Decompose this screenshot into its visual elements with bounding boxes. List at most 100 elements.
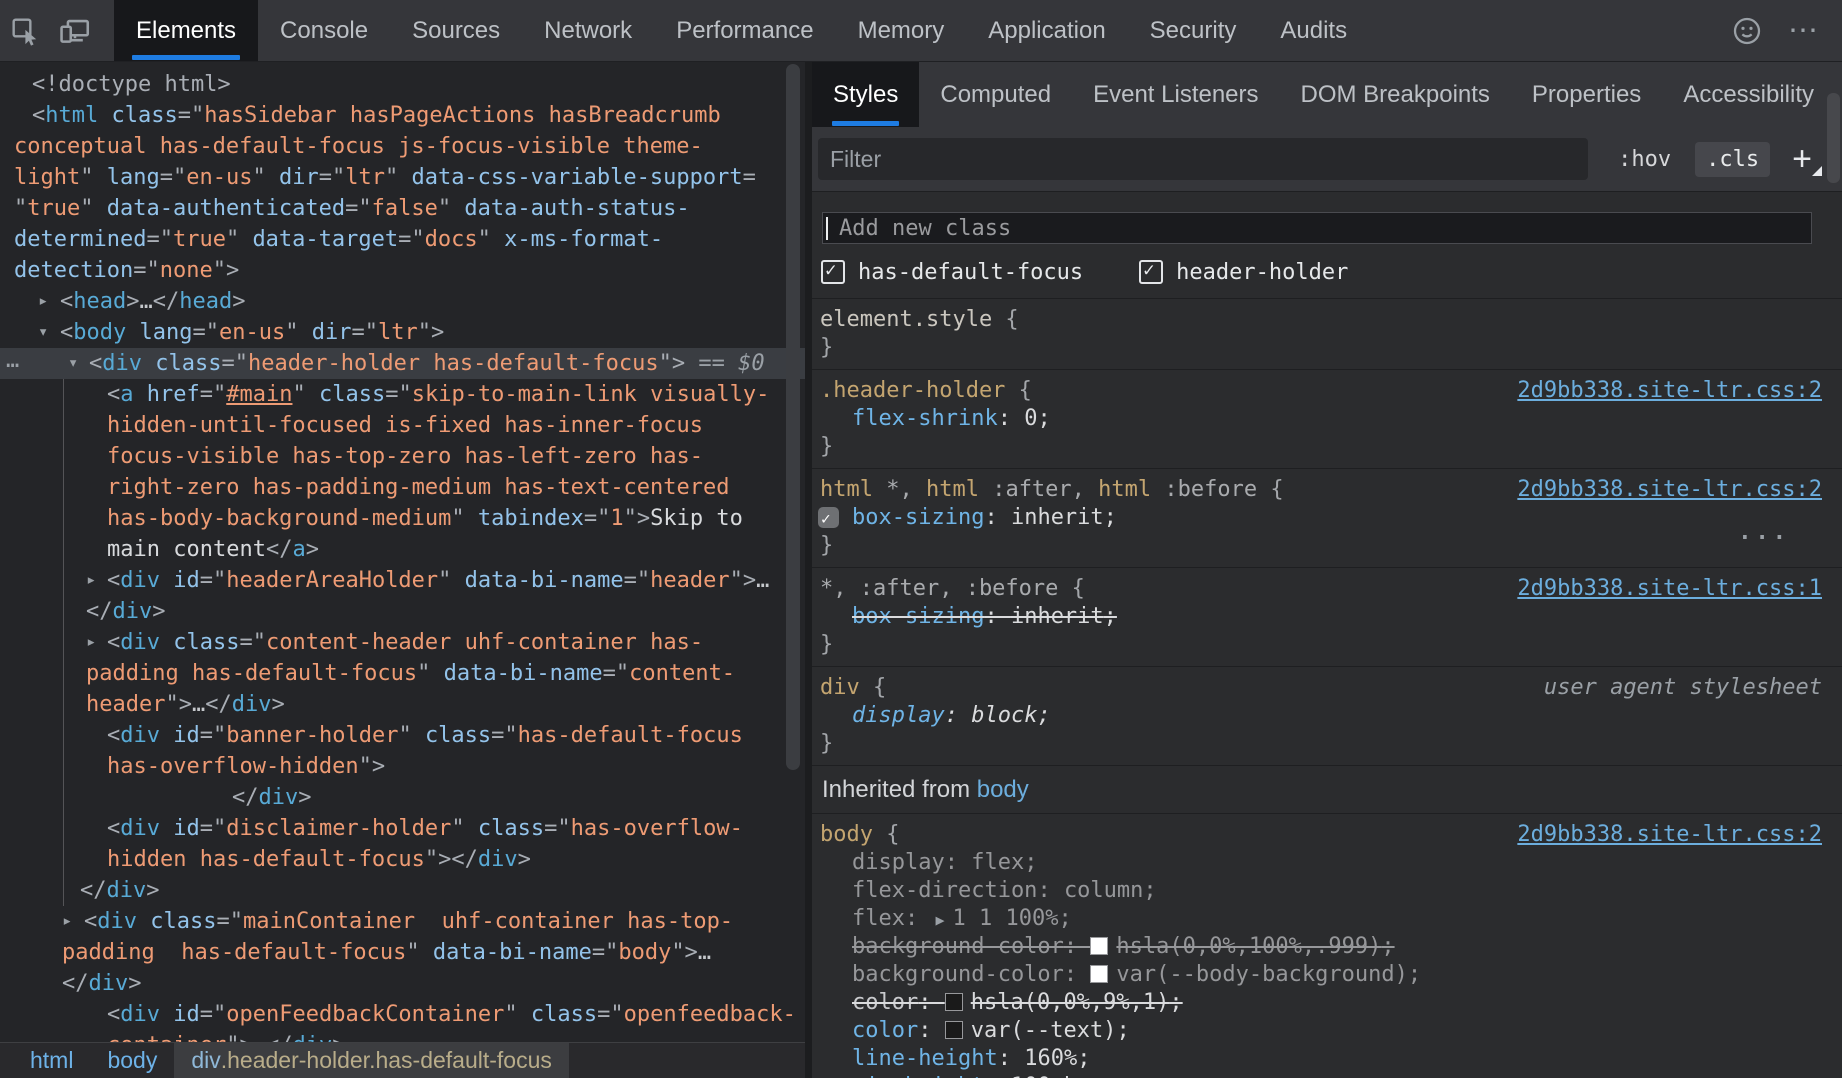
dom-node-line[interactable]: </div> bbox=[0, 968, 805, 999]
css-property[interactable]: color: hsla(0,0%,9%,1); bbox=[812, 989, 1842, 1017]
dom-node-line[interactable]: </div> bbox=[0, 596, 805, 627]
checkbox-checked-icon[interactable] bbox=[821, 260, 845, 284]
styles-scrollbar[interactable] bbox=[1827, 93, 1840, 183]
tab-console[interactable]: Console bbox=[258, 0, 390, 61]
dom-node-line[interactable]: <a href="#main" class="skip-to-main-link… bbox=[0, 379, 805, 410]
tab-properties[interactable]: Properties bbox=[1511, 62, 1662, 127]
dom-node-line[interactable]: right-zero has-padding-medium has-text-c… bbox=[0, 472, 805, 503]
styles-filter-input[interactable] bbox=[818, 138, 1588, 180]
dom-node-line[interactable]: ▸<head>…</head> bbox=[0, 286, 805, 317]
dom-node-line[interactable]: …▾<div class="header-holder has-default-… bbox=[0, 348, 805, 379]
tab-audits[interactable]: Audits bbox=[1258, 0, 1369, 61]
node-more-actions-icon[interactable]: … bbox=[6, 345, 19, 376]
css-selector[interactable]: .header-holder {2d9bb338.site-ltr.css:2 bbox=[812, 377, 1842, 405]
tab-application[interactable]: Application bbox=[966, 0, 1127, 61]
dom-node-line[interactable]: main content</a> bbox=[0, 534, 805, 565]
dom-node-line[interactable]: has-body-background-medium" tabindex="1"… bbox=[0, 503, 805, 534]
dom-node-line[interactable]: focus-visible has-top-zero has-left-zero… bbox=[0, 441, 805, 472]
css-selector[interactable]: div {user agent stylesheet bbox=[812, 674, 1842, 702]
dom-node-line[interactable]: <!doctype html> bbox=[0, 69, 805, 100]
css-selector[interactable]: body {2d9bb338.site-ltr.css:2 bbox=[812, 821, 1842, 849]
toggle-hover-state-button[interactable]: :hov bbox=[1618, 147, 1671, 172]
dom-node-line[interactable]: <div id="disclaimer-holder" class="has-o… bbox=[0, 813, 805, 844]
breadcrumb-item[interactable]: div.header-holder.has-default-focus bbox=[174, 1043, 569, 1078]
dom-node-line[interactable]: ▸<div class="content-header uhf-containe… bbox=[0, 627, 805, 658]
tab-accessibility[interactable]: Accessibility bbox=[1662, 62, 1835, 127]
tab-memory[interactable]: Memory bbox=[836, 0, 967, 61]
add-new-class-input[interactable] bbox=[822, 212, 1812, 244]
css-property[interactable]: flex-direction: column; bbox=[812, 877, 1842, 905]
dom-node-line[interactable]: header">…</div> bbox=[0, 689, 805, 720]
class-toggle[interactable]: header-holder bbox=[1139, 260, 1348, 285]
rule-more-actions-icon[interactable]: ... bbox=[1738, 520, 1790, 545]
dom-node-line[interactable]: padding has-default-focus" data-bi-name=… bbox=[0, 658, 805, 689]
tab-sources[interactable]: Sources bbox=[390, 0, 522, 61]
dom-node-line[interactable]: light" lang="en-us" dir="ltr" data-css-v… bbox=[0, 162, 805, 193]
tab-security[interactable]: Security bbox=[1128, 0, 1259, 61]
css-property[interactable]: display: flex; bbox=[812, 849, 1842, 877]
dom-node-line[interactable]: hidden-until-focused is-fixed has-inner-… bbox=[0, 410, 805, 441]
more-menu-icon[interactable]: ⋯ bbox=[1780, 13, 1828, 48]
css-property[interactable]: line-height: 160%; bbox=[812, 1045, 1842, 1073]
dom-node-line[interactable]: <html class="hasSidebar hasPageActions h… bbox=[0, 100, 805, 131]
css-property[interactable]: flex: ▶1 1 100%; bbox=[812, 905, 1842, 933]
node-link[interactable]: body bbox=[977, 776, 1029, 803]
expand-arrow-icon[interactable]: ▸ bbox=[38, 286, 48, 317]
elements-scrollbar[interactable] bbox=[786, 64, 800, 770]
tab-performance[interactable]: Performance bbox=[654, 0, 835, 61]
expand-arrow-icon[interactable]: ▾ bbox=[38, 317, 48, 348]
tab-computed[interactable]: Computed bbox=[919, 62, 1072, 127]
css-property[interactable]: background-color: var(--body-background)… bbox=[812, 961, 1842, 989]
color-swatch[interactable] bbox=[945, 993, 963, 1011]
property-toggle-checkbox[interactable] bbox=[818, 507, 839, 528]
toggle-classes-button[interactable]: .cls bbox=[1695, 142, 1770, 177]
expand-arrow-icon[interactable]: ▾ bbox=[68, 348, 78, 379]
breadcrumb-item[interactable]: html bbox=[13, 1043, 90, 1078]
color-swatch[interactable] bbox=[945, 1021, 963, 1039]
css-selector[interactable]: *, :after, :before {2d9bb338.site-ltr.cs… bbox=[812, 575, 1842, 603]
tab-dom-breakpoints[interactable]: DOM Breakpoints bbox=[1280, 62, 1511, 127]
dom-node-line[interactable]: conceptual has-default-focus js-focus-vi… bbox=[0, 131, 805, 162]
dom-node-line[interactable]: hidden has-default-focus"></div> bbox=[0, 844, 805, 875]
tab-elements[interactable]: Elements bbox=[114, 0, 258, 61]
dom-node-line[interactable]: detection="none"> bbox=[0, 255, 805, 286]
stylesheet-link[interactable]: 2d9bb338.site-ltr.css:2 bbox=[1517, 476, 1822, 504]
dom-node-line[interactable]: <div id="banner-holder" class="has-defau… bbox=[0, 720, 805, 751]
dom-node-line[interactable]: </div> bbox=[0, 782, 805, 813]
css-selector[interactable]: html *, html :after, html :before {2d9bb… bbox=[812, 476, 1842, 504]
stylesheet-link[interactable]: 2d9bb338.site-ltr.css:2 bbox=[1517, 377, 1822, 405]
expand-arrow-icon[interactable]: ▸ bbox=[86, 565, 96, 596]
dom-node-line[interactable]: has-overflow-hidden"> bbox=[0, 751, 805, 782]
dom-node-line[interactable]: container">…</div> bbox=[0, 1030, 805, 1042]
dom-node-line[interactable]: ▸<div class="mainContainer uhf-container… bbox=[0, 906, 805, 937]
color-swatch[interactable] bbox=[1090, 937, 1108, 955]
expand-arrow-icon[interactable]: ▸ bbox=[62, 906, 72, 937]
new-style-rule-button[interactable]: + bbox=[1792, 144, 1812, 174]
class-toggle[interactable]: has-default-focus bbox=[821, 260, 1083, 285]
dom-node-line[interactable]: padding has-default-focus" data-bi-name=… bbox=[0, 937, 805, 968]
tab-network[interactable]: Network bbox=[522, 0, 654, 61]
dom-node-line[interactable]: "true" data-authenticated="false" data-a… bbox=[0, 193, 805, 224]
color-swatch[interactable] bbox=[1090, 965, 1108, 983]
expand-arrow-icon[interactable]: ▸ bbox=[86, 627, 96, 658]
css-property[interactable]: background-color: hsla(0,0%,100%,.999); bbox=[812, 933, 1842, 961]
dom-node-line[interactable]: determined="true" data-target="docs" x-m… bbox=[0, 224, 805, 255]
dom-tree[interactable]: <!doctype html><html class="hasSidebar h… bbox=[0, 62, 805, 1042]
css-property[interactable]: color: var(--text); bbox=[812, 1017, 1842, 1045]
dom-node-line[interactable]: ▾<body lang="en-us" dir="ltr"> bbox=[0, 317, 805, 348]
feedback-smiley-icon[interactable] bbox=[1722, 15, 1772, 47]
css-property[interactable]: box-sizing: inherit; bbox=[812, 504, 1842, 532]
css-property[interactable]: display: block; bbox=[812, 702, 1842, 730]
css-selector[interactable]: element.style { bbox=[812, 306, 1842, 334]
inspect-icon[interactable] bbox=[0, 0, 50, 61]
css-property[interactable]: box-sizing: inherit; bbox=[812, 603, 1842, 631]
breadcrumb-item[interactable]: body bbox=[90, 1043, 174, 1078]
dom-node-line[interactable]: ▸<div id="headerAreaHolder" data-bi-name… bbox=[0, 565, 805, 596]
stylesheet-link[interactable]: 2d9bb338.site-ltr.css:1 bbox=[1517, 575, 1822, 603]
css-property[interactable]: min-height: 100vh; bbox=[812, 1073, 1842, 1078]
dom-node-line[interactable]: <div id="openFeedbackContainer" class="o… bbox=[0, 999, 805, 1030]
tab-styles[interactable]: Styles bbox=[812, 62, 919, 127]
panel-divider[interactable] bbox=[805, 62, 812, 1078]
tab-event-listeners[interactable]: Event Listeners bbox=[1072, 62, 1279, 127]
device-toolbar-icon[interactable] bbox=[50, 0, 100, 61]
